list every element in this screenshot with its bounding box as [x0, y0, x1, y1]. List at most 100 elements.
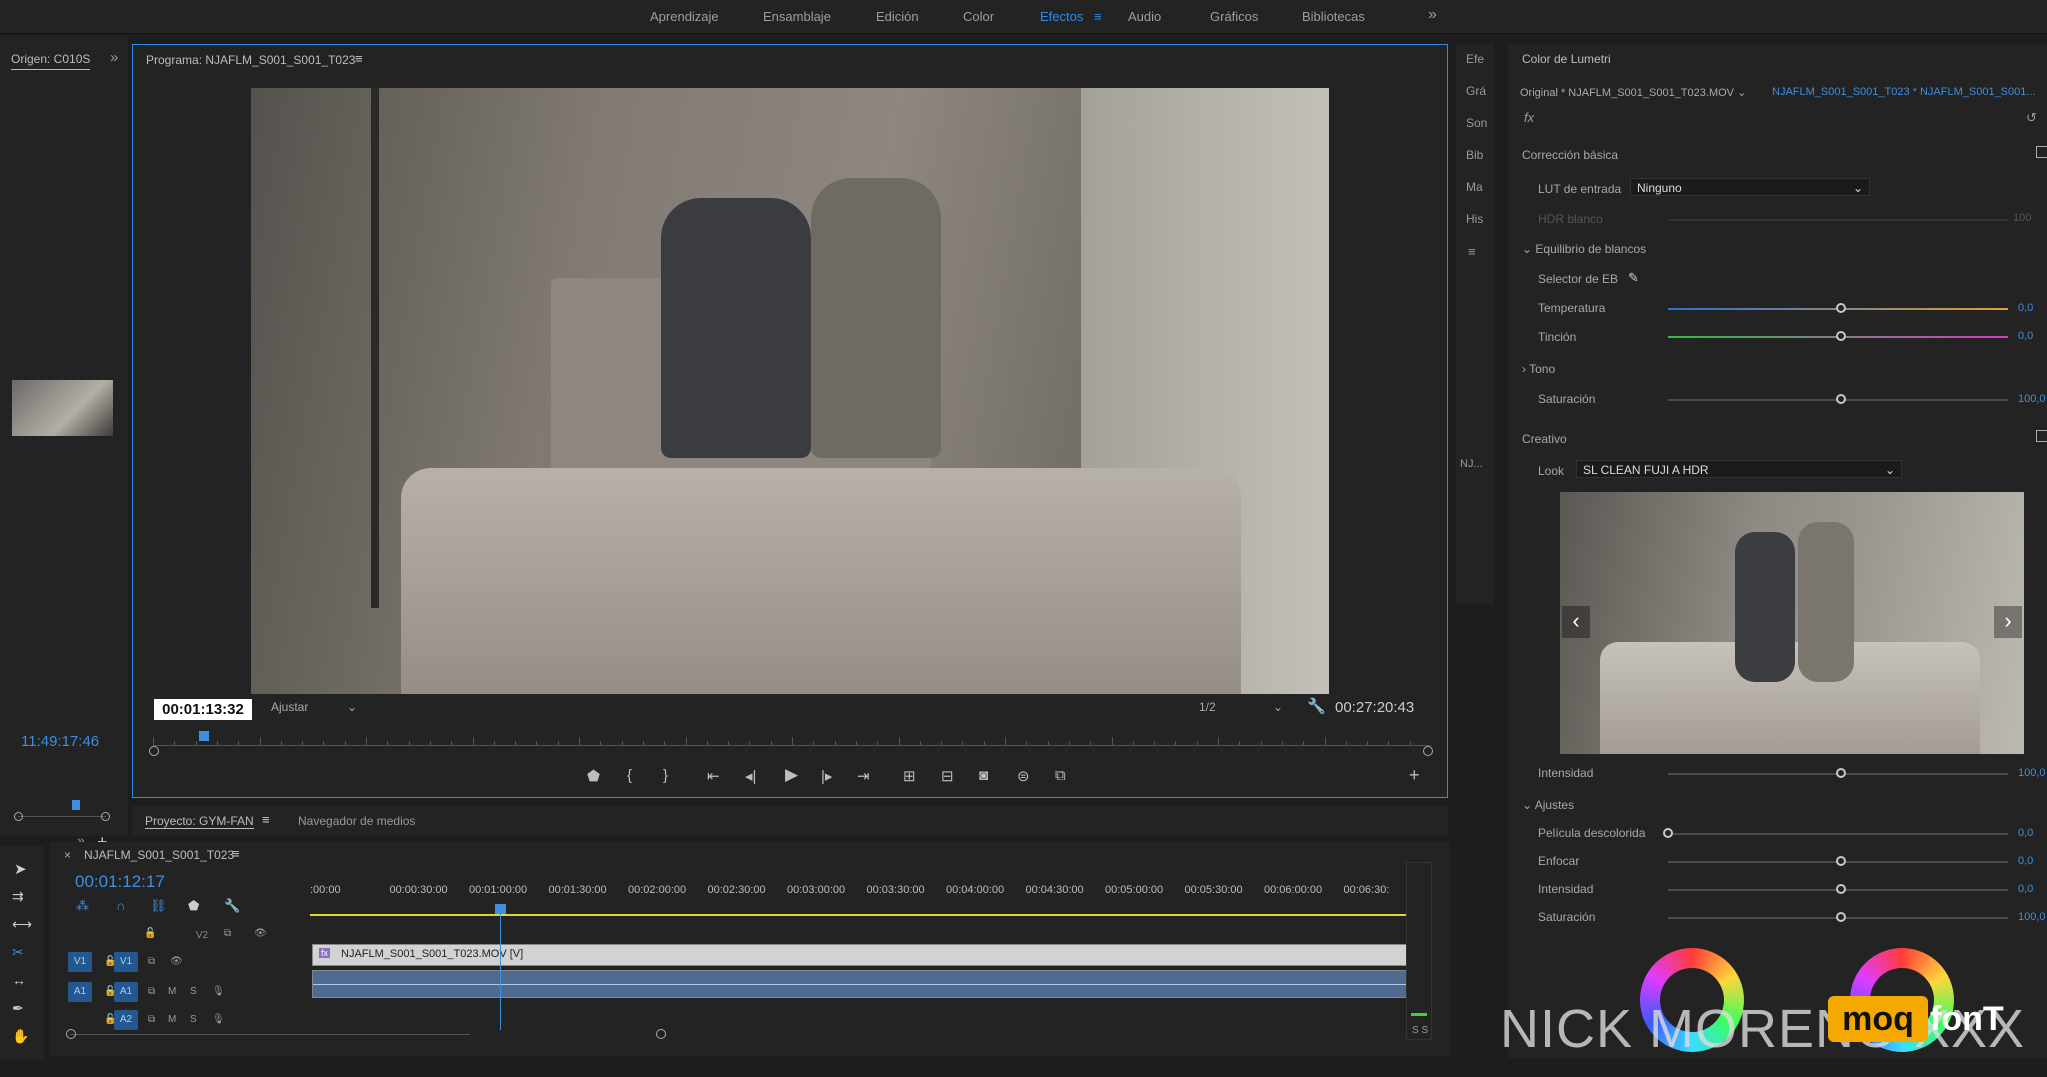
tab-sequence-short[interactable]: NJ... — [1460, 458, 1483, 470]
target-clip-link[interactable]: NJAFLM_S001_S001_T023 * NJAFLM_S001_S001… — [1772, 86, 2036, 98]
basic-correction-header[interactable]: Corrección básica — [1522, 148, 1618, 162]
tint-knob[interactable] — [1836, 331, 1846, 341]
tab-effects[interactable]: Efe — [1466, 52, 1484, 66]
timeline-playhead-line[interactable] — [500, 904, 501, 1030]
media-browser-tab[interactable]: Navegador de medios — [298, 814, 415, 828]
preview-prev-icon[interactable]: ‹ — [1562, 606, 1590, 638]
slip-tool-icon[interactable]: ↔ — [12, 972, 26, 988]
source-timecode[interactable]: 11:49:17:46 — [21, 733, 99, 750]
source-patch-v1[interactable]: V1 — [68, 952, 92, 972]
program-playhead[interactable] — [199, 731, 210, 741]
more-panels-icon[interactable]: » — [110, 49, 118, 66]
lift-icon[interactable]: ⊞ — [903, 767, 916, 785]
saturation2-knob[interactable] — [1836, 912, 1846, 922]
solo-button[interactable]: S — [190, 1014, 197, 1025]
sharpen-knob[interactable] — [1836, 856, 1846, 866]
source-patch-a1[interactable]: A1 — [68, 982, 92, 1002]
eyedropper-icon[interactable]: ✎ — [1628, 270, 1639, 286]
source-zoom-track[interactable] — [18, 816, 106, 817]
workspace-menu-icon[interactable]: ≡ — [1094, 9, 1102, 24]
lut-dropdown[interactable]: Ninguno ⌄ — [1630, 178, 1870, 196]
fx-icon[interactable]: fx — [1524, 110, 1534, 125]
more-workspaces-icon[interactable]: » — [1428, 6, 1437, 24]
sequence-tab[interactable]: NJAFLM_S001_S001_T023 — [84, 848, 234, 862]
track-target-v2[interactable]: V2 — [190, 926, 214, 946]
lock-icon[interactable]: 🔓 — [144, 928, 156, 939]
saturation2-value[interactable]: 100,0 — [2018, 911, 2046, 923]
tab-history[interactable]: His — [1466, 212, 1483, 226]
tint-value[interactable]: 0,0 — [2018, 330, 2033, 342]
source-zoom-end-handle[interactable] — [101, 812, 110, 821]
track-target-a1[interactable]: A1 — [114, 982, 138, 1002]
audio-clip[interactable] — [312, 970, 1417, 998]
saturation-knob[interactable] — [1836, 394, 1846, 404]
solo-button[interactable]: S — [190, 986, 197, 997]
sync-lock-icon[interactable]: ⧉ — [148, 1014, 155, 1025]
play-icon[interactable]: ▶ — [785, 765, 798, 785]
program-video-frame[interactable] — [251, 88, 1329, 694]
intensity-value[interactable]: 100,0 — [2018, 767, 2046, 779]
sync-lock-icon[interactable]: ⧉ — [224, 928, 231, 939]
timeline-scroll-start[interactable] — [66, 1029, 76, 1039]
workspace-tab-efectos[interactable]: Efectos — [1040, 9, 1083, 24]
close-sequence-icon[interactable]: × — [64, 848, 71, 862]
program-current-timecode[interactable]: 00:01:13:32 — [154, 699, 252, 720]
snap-icon[interactable]: ∩ — [116, 898, 125, 913]
work-area-bar[interactable] — [310, 914, 1415, 916]
sync-lock-icon[interactable]: ⧉ — [148, 956, 155, 967]
adjustments-header[interactable]: ⌄ Ajustes — [1522, 798, 1574, 812]
mute-button[interactable]: M — [168, 1014, 176, 1025]
nest-icon[interactable]: ⁂ — [76, 898, 89, 914]
step-forward-icon[interactable]: |▸ — [821, 767, 832, 785]
add-marker-icon[interactable]: ⬟ — [188, 898, 199, 914]
faded-film-knob[interactable] — [1663, 828, 1673, 838]
linked-selection-icon[interactable]: ⛓ — [150, 898, 167, 914]
look-preview[interactable]: ‹ › — [1560, 492, 2024, 754]
source-tab[interactable]: Origen: C010S — [11, 52, 91, 70]
zoom-start-handle[interactable] — [149, 746, 159, 756]
reset-icon[interactable]: ↺ — [2026, 110, 2037, 126]
mute-button[interactable]: M — [168, 986, 176, 997]
tab-markers[interactable]: Ma — [1466, 180, 1483, 194]
workspace-tab-edicion[interactable]: Edición — [876, 9, 919, 24]
mark-out-icon[interactable]: } — [663, 767, 668, 784]
step-back-icon[interactable]: ◂| — [745, 767, 756, 785]
resolution-dropdown[interactable]: 1/2 ⌄ — [1199, 700, 1289, 718]
ripple-edit-tool-icon[interactable]: ⟷ — [12, 916, 32, 933]
go-to-out-icon[interactable]: ⇥ — [857, 767, 870, 785]
project-tab[interactable]: Proyecto: GYM-FAN — [145, 814, 254, 829]
camera-icon[interactable]: ◙ — [979, 767, 988, 784]
track-target-a2[interactable]: A2 — [114, 1010, 138, 1030]
temperature-value[interactable]: 0,0 — [2018, 302, 2033, 314]
selection-tool-icon[interactable]: ➤ — [14, 860, 27, 878]
extract-icon[interactable]: ⊟ — [941, 767, 954, 785]
workspace-tab-graficos[interactable]: Gráficos — [1210, 9, 1258, 24]
compare-icon[interactable]: ⧉ — [1055, 767, 1066, 784]
temperature-knob[interactable] — [1836, 303, 1846, 313]
tone-header[interactable]: › Tono — [1522, 362, 1555, 376]
vr-icon[interactable]: ⊜ — [1017, 767, 1030, 785]
sync-lock-icon[interactable]: ⧉ — [148, 986, 155, 997]
marker-icon[interactable]: ⬟ — [587, 767, 600, 785]
microphone-icon[interactable]: 🎙 — [212, 986, 225, 997]
wrench-icon[interactable]: 🔧 — [1307, 697, 1326, 715]
timeline-timecode[interactable]: 00:01:12:17 — [75, 872, 165, 892]
track-select-tool-icon[interactable]: ⇉ — [12, 888, 24, 905]
eye-icon[interactable]: 👁 — [170, 956, 183, 967]
workspace-tab-ensamblaje[interactable]: Ensamblaje — [763, 9, 831, 24]
zoom-end-handle[interactable] — [1423, 746, 1433, 756]
program-menu-icon[interactable]: ≡ — [355, 51, 363, 66]
workspace-tab-color[interactable]: Color — [963, 9, 994, 24]
tab-libraries[interactable]: Bib — [1466, 148, 1483, 162]
razor-tool-icon[interactable]: ✂ — [12, 944, 24, 961]
pen-tool-icon[interactable]: ✒ — [12, 1000, 24, 1017]
timeline-ruler[interactable]: :00:00 00:00:30:00 00:01:00:00 00:01:30:00 0… — [310, 884, 1415, 904]
sharpen-value[interactable]: 0,0 — [2018, 855, 2033, 867]
faded-film-slider[interactable] — [1668, 833, 2008, 835]
program-monitor-title[interactable]: Programa: NJAFLM_S001_S001_T023 — [146, 53, 355, 67]
workspace-tab-bibliotecas[interactable]: Bibliotecas — [1302, 9, 1365, 24]
track-target-v1[interactable]: V1 — [114, 952, 138, 972]
fit-dropdown[interactable]: Ajustar ⌄ — [271, 700, 363, 718]
timeline-playhead-head[interactable] — [495, 904, 506, 914]
eye-icon[interactable]: 👁 — [254, 928, 267, 939]
